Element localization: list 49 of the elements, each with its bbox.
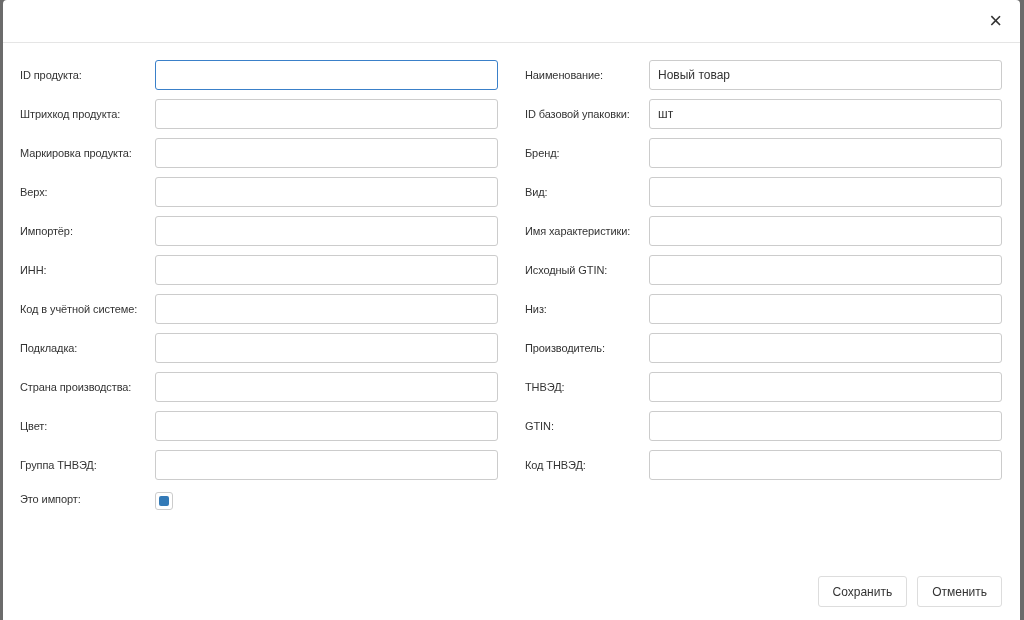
- field-label: Цвет:: [20, 418, 49, 434]
- field-label: ИНН:: [20, 262, 48, 278]
- input-field[interactable]: [649, 372, 1002, 402]
- field-label: Производитель:: [525, 340, 606, 356]
- input-field[interactable]: [649, 177, 1002, 207]
- input-field[interactable]: [155, 411, 498, 441]
- field-label: Бренд:: [525, 145, 561, 161]
- field-label: ID продукта:: [20, 67, 83, 83]
- input-field[interactable]: [649, 294, 1002, 324]
- field-label: GTIN:: [525, 418, 555, 434]
- input-field[interactable]: [155, 99, 498, 129]
- close-button[interactable]: ×: [985, 10, 1006, 32]
- field-label: Исходный GTIN:: [525, 262, 609, 278]
- input-field[interactable]: [649, 255, 1002, 285]
- input-field[interactable]: [649, 216, 1002, 246]
- field-label: ТНВЭД:: [525, 379, 566, 395]
- save-button[interactable]: Сохранить: [817, 576, 908, 607]
- field-label: Группа ТНВЭД:: [20, 457, 98, 473]
- input-field[interactable]: [649, 450, 1002, 480]
- input-field[interactable]: [649, 138, 1002, 168]
- input-field[interactable]: Новый товар: [649, 60, 1002, 90]
- field-label: Наименование:: [525, 67, 604, 83]
- field-label: Код ТНВЭД:: [525, 457, 587, 473]
- field-label: ID базовой упаковки:: [525, 106, 631, 122]
- field-label: Код в учётной системе:: [20, 301, 139, 317]
- input-field[interactable]: [155, 138, 498, 168]
- input-field[interactable]: шт: [649, 99, 1002, 129]
- input-field[interactable]: [155, 60, 498, 90]
- field-label: Импортёр:: [20, 223, 74, 239]
- cancel-button[interactable]: Отменить: [917, 576, 1002, 607]
- input-field[interactable]: [155, 333, 498, 363]
- input-field[interactable]: [155, 216, 498, 246]
- input-field[interactable]: [649, 333, 1002, 363]
- input-field[interactable]: [155, 372, 498, 402]
- field-label: Низ:: [525, 301, 548, 317]
- checkbox-label: Это импорт:: [20, 492, 82, 508]
- input-field[interactable]: [155, 294, 498, 324]
- field-label: Вид:: [525, 184, 549, 200]
- field-label: Штрихкод продукта:: [20, 106, 122, 122]
- input-field[interactable]: [649, 411, 1002, 441]
- field-label: Маркировка продукта:: [20, 145, 133, 161]
- field-label: Имя характеристики:: [525, 223, 632, 239]
- input-field[interactable]: [155, 255, 498, 285]
- input-field[interactable]: [155, 177, 498, 207]
- field-label: Подкладка:: [20, 340, 79, 356]
- field-label: Верх:: [20, 184, 49, 200]
- input-field[interactable]: [155, 450, 498, 480]
- field-label: Страна производства:: [20, 379, 133, 395]
- checkbox[interactable]: [155, 492, 173, 510]
